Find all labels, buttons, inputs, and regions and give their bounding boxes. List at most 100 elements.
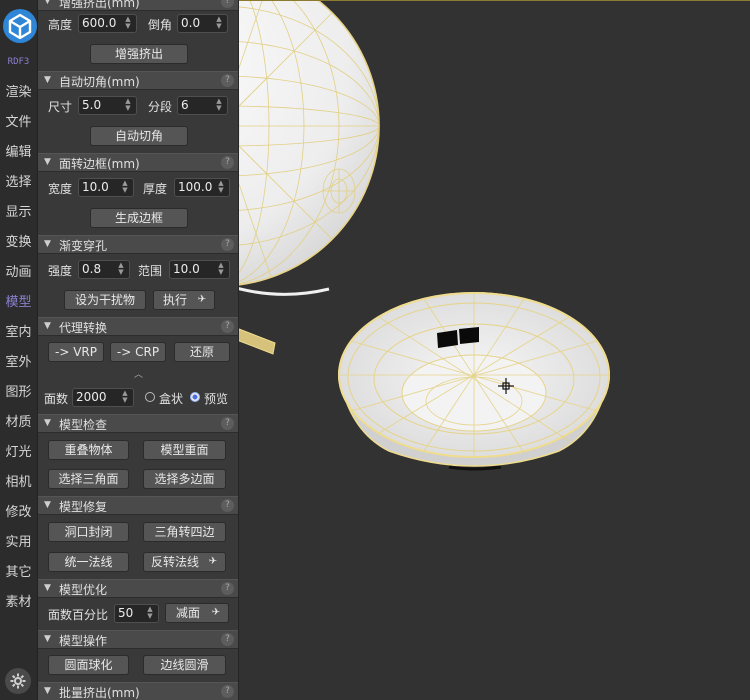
section-title: 增强挤出(mm) [59,0,140,10]
spinner-arrows-icon[interactable]: ▲ ▼ [216,180,226,194]
nav-item-modify[interactable]: 修改 [0,498,37,528]
nav-item-model[interactable]: 模型 [0,288,37,318]
spinner-arrows-icon[interactable]: ▲ ▼ [216,262,226,276]
preview-radio[interactable] [190,392,200,402]
help-icon[interactable]: ? [221,74,234,87]
nav-item-display[interactable]: 显示 [0,198,37,228]
tri-to-quad-button[interactable]: 三角转四边 [143,522,226,542]
face-percent-input[interactable]: 50 ▲ ▼ [114,604,159,623]
help-icon[interactable]: ? [221,417,234,430]
settings-gear-icon[interactable] [5,668,31,694]
nav-item-interior[interactable]: 室内 [0,318,37,348]
section-title: 批量挤出(mm) [59,686,140,700]
nav-item-render[interactable]: 渲染 [0,78,37,108]
section-header-proxy-convert[interactable]: ▼ 代理转换 ? [38,317,238,336]
section-header-gradient-perforation[interactable]: ▼ 渐变穿孔 ? [38,235,238,254]
nav-item-transform[interactable]: 变换 [0,228,37,258]
duplicate-faces-button[interactable]: 模型重面 [143,440,226,460]
help-icon[interactable]: ? [221,582,234,595]
collapse-arrow-icon: ▼ [44,583,51,593]
face-count-input[interactable]: 2000 ▲ ▼ [72,388,134,407]
size-input[interactable]: 5.0 ▲ ▼ [78,96,137,115]
restore-button[interactable]: 还原 [174,342,230,362]
app-logo-icon[interactable] [3,9,37,43]
close-holes-button[interactable]: 洞口封闭 [48,522,129,542]
select-triangles-button[interactable]: 选择三角面 [48,469,129,489]
help-icon[interactable]: ? [221,499,234,512]
section-header-model-operations[interactable]: ▼ 模型操作 ? [38,630,238,649]
generate-frame-button[interactable]: 生成边框 [90,208,188,228]
spherify-faces-button[interactable]: 圆面球化 [48,655,129,675]
segments-label: 分段 [148,100,173,114]
to-crp-button[interactable]: -> CRP [110,342,166,362]
nav-item-utility[interactable]: 实用 [0,528,37,558]
collapse-caret-icon[interactable]: ︿ [134,367,143,380]
spinner-arrows-icon[interactable]: ▲ ▼ [120,180,130,194]
help-icon[interactable]: ? [221,633,234,646]
segments-input[interactable]: 6 ▲ ▼ [177,96,228,115]
unify-normals-button[interactable]: 统一法线 [48,552,129,572]
section-header-auto-chamfer[interactable]: ▼ 自动切角(mm) ? [38,71,238,90]
nav-item-light[interactable]: 灯光 [0,438,37,468]
section-title: 渐变穿孔 [59,239,108,253]
expand-arrow-icon: ✈ [197,294,206,305]
help-icon[interactable]: ? [221,320,234,333]
nav-item-exterior[interactable]: 室外 [0,348,37,378]
spinner-arrows-icon[interactable]: ▲ ▼ [214,98,224,112]
section-header-model-check[interactable]: ▼ 模型检查 ? [38,414,238,433]
help-icon[interactable]: ? [221,238,234,251]
help-icon[interactable]: ? [221,685,234,698]
height-input[interactable]: 600.0 ▲ ▼ [78,14,137,33]
wireframe-bowl[interactable] [338,292,610,471]
section-header-model-repair[interactable]: ▼ 模型修复 ? [38,496,238,515]
nav-item-other[interactable]: 其它 [0,558,37,588]
expand-arrow-icon: ✈ [211,607,220,618]
nav-item-select[interactable]: 选择 [0,168,37,198]
smooth-edges-button[interactable]: 边线圆滑 [143,655,226,675]
spinner-arrows-icon[interactable]: ▲ ▼ [120,390,130,404]
chamfer-input[interactable]: 0.0 ▲ ▼ [177,14,228,33]
help-icon[interactable]: ? [221,156,234,169]
tool-panel: ▼ 增强挤出(mm) ? 高度 600.0 ▲ ▼ 倒角 0.0 ▲ ▼ 增强挤出 ▼ … [38,0,239,700]
spinner-arrows-icon[interactable]: ▲ ▼ [145,606,155,620]
chamfer-label: 倒角 [148,18,173,32]
enhanced-extrude-button[interactable]: 增强挤出 [90,44,188,64]
execute-button[interactable]: 执行 ✈ [153,290,215,310]
spinner-arrows-icon[interactable]: ▲ ▼ [214,16,224,30]
main-sidebar: RDF3 渲染 文件 编辑 选择 显示 变换 动画 模型 室内 室外 图形 材质… [0,0,38,700]
nav-item-animation[interactable]: 动画 [0,258,37,288]
reduce-faces-button[interactable]: 减面 ✈ [165,603,229,623]
nav-item-file[interactable]: 文件 [0,108,37,138]
section-header-enhanced-extrude[interactable]: ▼ 增强挤出(mm) ? [38,0,238,11]
preview-option-label: 预览 [204,392,229,406]
overlapping-objects-button[interactable]: 重叠物体 [48,440,129,460]
to-vrp-button[interactable]: -> VRP [48,342,104,362]
spinner-arrows-icon[interactable]: ▲ ▼ [123,16,133,30]
width-input[interactable]: 10.0 ▲ ▼ [78,178,134,197]
section-header-batch-extrude[interactable]: ▼ 批量挤出(mm) ? [38,682,238,700]
range-input[interactable]: 10.0 ▲ ▼ [169,260,230,279]
collapse-arrow-icon: ▼ [44,321,51,331]
select-polygons-button[interactable]: 选择多边面 [143,469,226,489]
section-header-face-to-frame[interactable]: ▼ 面转边框(mm) ? [38,153,238,172]
spinner-arrows-icon[interactable]: ▲ ▼ [123,98,133,112]
plank-object[interactable] [239,328,276,355]
flip-normals-button[interactable]: 反转法线 ✈ [143,552,226,572]
help-icon[interactable]: ? [221,0,234,8]
nav-item-camera[interactable]: 相机 [0,468,37,498]
section-header-model-optimize[interactable]: ▼ 模型优化 ? [38,579,238,598]
strength-input[interactable]: 0.8 ▲ ▼ [78,260,130,279]
nav-item-edit[interactable]: 编辑 [0,138,37,168]
collapse-arrow-icon: ▼ [44,634,51,644]
spinner-arrows-icon[interactable]: ▲ ▼ [116,262,126,276]
nav-item-assets[interactable]: 素材 [0,588,37,618]
collapse-arrow-icon: ▼ [44,157,51,167]
thickness-input[interactable]: 100.0 ▲ ▼ [174,178,230,197]
auto-chamfer-button[interactable]: 自动切角 [90,126,188,146]
3d-viewport[interactable] [239,0,750,700]
nav-item-shape[interactable]: 图形 [0,378,37,408]
nav-item-material[interactable]: 材质 [0,408,37,438]
set-as-interference-button[interactable]: 设为干扰物 [64,290,146,310]
box-radio[interactable] [145,392,155,402]
wireframe-sphere[interactable] [239,1,380,296]
